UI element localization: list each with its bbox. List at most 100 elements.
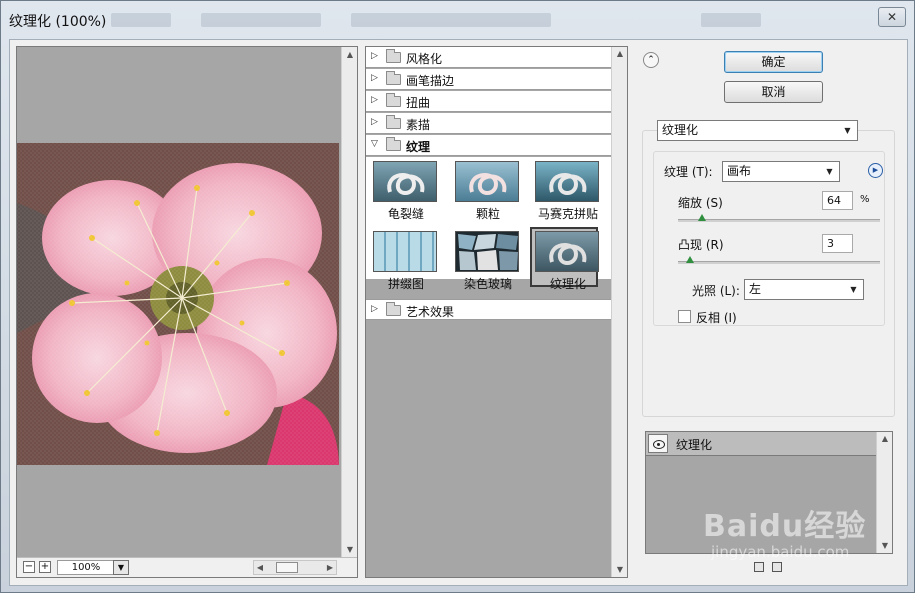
category-artistic[interactable]: ▷ 艺术效果 bbox=[366, 299, 612, 320]
scroll-up-arrow-icon[interactable]: ▲ bbox=[877, 432, 893, 446]
scale-slider-knob[interactable] bbox=[698, 214, 707, 221]
light-select-value: 左 bbox=[749, 282, 762, 296]
plum-blossom-image bbox=[17, 143, 339, 465]
filter-thumb-label: 纹理化 bbox=[549, 277, 586, 291]
swirl-thumbnail bbox=[549, 242, 587, 265]
thumbnail-image bbox=[455, 231, 519, 272]
cancel-button[interactable]: 取消 bbox=[724, 81, 823, 103]
gallery-scrollbar[interactable]: ▲ ▼ bbox=[611, 47, 627, 577]
chevron-down-icon: ▼ bbox=[844, 126, 851, 135]
filter-thumb-label: 龟裂缝 bbox=[387, 207, 424, 221]
category-label: 画笔描边 bbox=[406, 74, 455, 88]
relief-label: 凸现 (R) bbox=[678, 238, 724, 252]
category-brush-strokes[interactable]: ▷ 画笔描边 bbox=[366, 69, 612, 90]
filter-thumb-patchwork[interactable]: 拼缀图 bbox=[370, 229, 438, 291]
thumbnail-image bbox=[535, 231, 599, 272]
category-distort[interactable]: ▷ 扭曲 bbox=[366, 91, 612, 112]
filter-thumb-mosaic-tiles[interactable]: 马赛克拼贴 bbox=[532, 159, 600, 221]
expand-triangle-icon: ▷ bbox=[371, 95, 378, 105]
zoom-level-field[interactable]: 100% bbox=[57, 560, 115, 575]
folder-icon bbox=[386, 49, 401, 63]
category-texture[interactable]: ▽ 纹理 bbox=[366, 135, 612, 156]
folder-icon bbox=[386, 302, 401, 316]
filter-thumb-craquelure[interactable]: 龟裂缝 bbox=[370, 159, 438, 221]
scroll-down-arrow-icon[interactable]: ▼ bbox=[877, 539, 893, 553]
relief-slider[interactable] bbox=[678, 256, 880, 264]
filter-select-value: 纹理化 bbox=[662, 123, 699, 137]
scroll-down-arrow-icon[interactable]: ▼ bbox=[342, 542, 358, 558]
texture-label: 纹理 (T): bbox=[664, 165, 713, 179]
zoom-out-button[interactable]: − bbox=[23, 561, 35, 573]
preview-toolbar: − + 100% ▼ ◀ ▶ bbox=[17, 557, 357, 577]
dialog-window: 纹理化 (100%) ✕ ▲ ▼ − + 100% ▼ ◀ ▶ ▷ 风格化 ▷ … bbox=[0, 0, 915, 593]
category-label: 风格化 bbox=[406, 52, 443, 66]
relief-slider-knob[interactable] bbox=[686, 256, 695, 263]
title-background-blur bbox=[111, 13, 171, 27]
category-label: 素描 bbox=[406, 118, 431, 132]
swirl-thumbnail bbox=[549, 172, 587, 195]
texture-filter-thumbnails: 龟裂缝 颗粒 马赛克拼贴 拼缀图 染色玻璃 纹理化 bbox=[366, 157, 612, 291]
scroll-right-arrow-icon[interactable]: ▶ bbox=[324, 561, 336, 574]
title-background-blur bbox=[351, 13, 551, 27]
preview-pane: ▲ ▼ − + 100% ▼ ◀ ▶ bbox=[16, 46, 358, 578]
category-sketch[interactable]: ▷ 素描 bbox=[366, 113, 612, 134]
new-effect-layer-icon[interactable] bbox=[754, 562, 764, 572]
folder-icon bbox=[386, 115, 401, 129]
scroll-down-arrow-icon[interactable]: ▼ bbox=[612, 563, 628, 577]
close-button[interactable]: ✕ bbox=[878, 7, 906, 27]
texture-select-value: 画布 bbox=[727, 164, 752, 178]
filter-settings-panel: 纹理 (T): 画布 ▼ ▶ 缩放 (S) 64 % 凸现 (R) 3 光照 (… bbox=[642, 130, 895, 417]
thumbnail-image bbox=[455, 161, 519, 202]
chevron-down-icon: ▼ bbox=[826, 167, 833, 176]
filter-thumb-label: 颗粒 bbox=[475, 207, 500, 221]
category-label: 纹理 bbox=[406, 140, 431, 154]
preview-horizontal-scrollbar[interactable]: ◀ ▶ bbox=[253, 560, 337, 575]
filter-thumb-stained-glass[interactable]: 染色玻璃 bbox=[452, 229, 520, 291]
load-texture-menu-icon[interactable]: ▶ bbox=[868, 163, 883, 178]
filter-thumb-grain[interactable]: 颗粒 bbox=[452, 159, 520, 221]
folder-icon bbox=[386, 93, 401, 107]
collapse-gallery-button[interactable]: ⌃ bbox=[643, 52, 659, 68]
scale-slider[interactable] bbox=[678, 214, 880, 222]
category-label: 扭曲 bbox=[406, 96, 431, 110]
swirl-thumbnail bbox=[387, 172, 425, 195]
category-stylize[interactable]: ▷ 风格化 bbox=[366, 47, 612, 68]
ok-button[interactable]: 确定 bbox=[724, 51, 823, 73]
scroll-up-arrow-icon[interactable]: ▲ bbox=[612, 47, 628, 61]
effect-layer-label: 纹理化 bbox=[676, 438, 713, 452]
thumbnail-image bbox=[373, 231, 437, 272]
texture-select[interactable]: 画布 ▼ bbox=[722, 161, 840, 182]
texturizer-options-group: 纹理 (T): 画布 ▼ ▶ 缩放 (S) 64 % 凸现 (R) 3 光照 (… bbox=[653, 151, 885, 326]
light-select[interactable]: 左 ▼ bbox=[744, 279, 864, 300]
expand-triangle-icon: ▷ bbox=[371, 51, 378, 61]
scroll-thumb[interactable] bbox=[276, 562, 298, 573]
layers-scrollbar[interactable]: ▲ ▼ bbox=[876, 432, 892, 553]
effect-layers-list: 纹理化 ▲ ▼ bbox=[645, 431, 893, 554]
window-title: 纹理化 (100%) bbox=[9, 14, 107, 30]
invert-checkbox[interactable] bbox=[678, 310, 691, 323]
effect-layer-row[interactable]: 纹理化 bbox=[646, 432, 877, 456]
scale-input[interactable]: 64 bbox=[822, 191, 853, 210]
invert-label: 反相 (I) bbox=[696, 311, 737, 325]
relief-input[interactable]: 3 bbox=[822, 234, 853, 253]
filter-thumb-label: 拼缀图 bbox=[387, 277, 424, 291]
scroll-up-arrow-icon[interactable]: ▲ bbox=[342, 47, 358, 63]
preview-vertical-scrollbar[interactable]: ▲ ▼ bbox=[341, 47, 357, 558]
delete-effect-layer-icon[interactable] bbox=[772, 562, 782, 572]
filter-select[interactable]: 纹理化 ▼ bbox=[657, 120, 858, 141]
preview-image bbox=[17, 143, 339, 465]
chevron-down-icon: ▼ bbox=[850, 285, 857, 294]
eye-visibility-icon[interactable] bbox=[648, 434, 668, 453]
filter-thumb-label: 马赛克拼贴 bbox=[537, 207, 598, 221]
preview-canvas[interactable] bbox=[17, 47, 342, 558]
title-background-blur bbox=[201, 13, 321, 27]
thumbnail-image bbox=[535, 161, 599, 202]
zoom-in-button[interactable]: + bbox=[39, 561, 51, 573]
swirl-thumbnail bbox=[469, 172, 507, 195]
zoom-dropdown-arrow-icon[interactable]: ▼ bbox=[113, 560, 129, 575]
thumbnail-image bbox=[373, 161, 437, 202]
light-label: 光照 (L): bbox=[692, 284, 740, 298]
scroll-left-arrow-icon[interactable]: ◀ bbox=[254, 561, 266, 574]
filter-thumb-texturizer[interactable]: 纹理化 bbox=[530, 227, 599, 291]
open-folder-icon bbox=[386, 137, 401, 151]
